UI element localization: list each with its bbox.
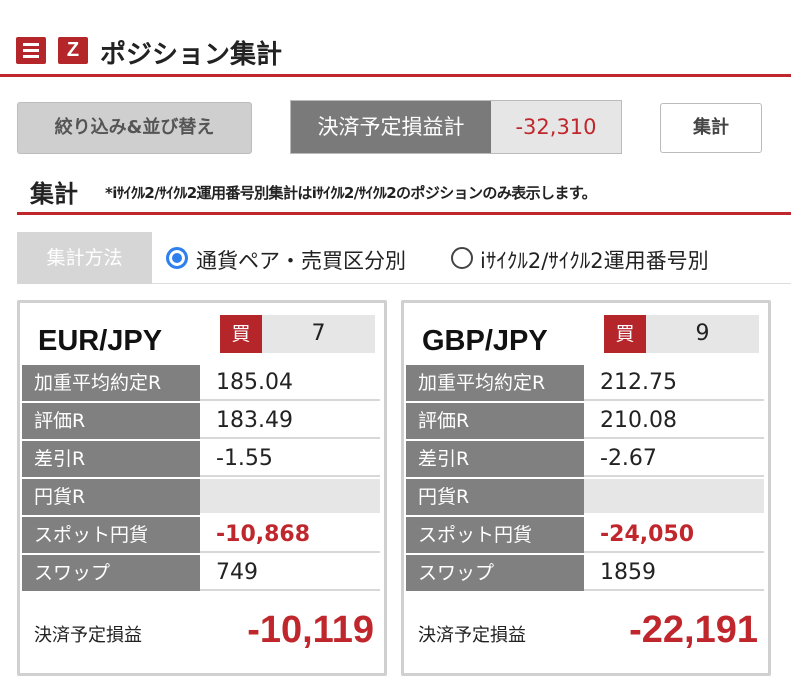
row-label-avg-rate: 加重平均約定R: [22, 365, 200, 401]
currency-pair: EUR/JPY: [38, 325, 163, 357]
row-label-diff-rate: 差引R: [22, 441, 200, 477]
side-badge: 買: [604, 315, 646, 353]
total-pl-value: -10,119: [247, 609, 374, 651]
row-label-yen-rate: 円貨R: [22, 479, 200, 515]
row-label-eval-rate: 評価R: [22, 403, 200, 439]
section-divider: [17, 212, 791, 215]
section-note: *iｻｲｸﾙ2/ｻｲｸﾙ2運用番号別集計はiｻｲｸﾙ2/ｻｲｸﾙ2のポジションの…: [105, 184, 597, 202]
app-header: Z ポジション集計: [0, 0, 791, 77]
row-label-yen-rate: 円貨R: [406, 479, 584, 515]
expected-pl-summary: 決済予定損益計 -32,310: [290, 100, 622, 154]
radio-by-pair[interactable]: [166, 247, 188, 269]
row-value-avg-rate: 185.04: [200, 365, 380, 401]
row-value-spot-yen: -24,050: [584, 517, 764, 553]
row-value-swap: 1859: [584, 555, 764, 591]
row-value-spot-yen: -10,868: [200, 517, 380, 553]
row-value-yen-rate: [200, 479, 380, 515]
currency-pair: GBP/JPY: [422, 325, 548, 357]
row-value-eval-rate: 183.49: [200, 403, 380, 439]
row-label-diff-rate: 差引R: [406, 441, 584, 477]
option-by-cycle-number-label[interactable]: iｻｲｸﾙ2/ｻｲｸﾙ2運用番号別: [480, 245, 709, 275]
aggregate-button[interactable]: 集計: [660, 103, 762, 153]
row-value-eval-rate: 210.08: [584, 403, 764, 439]
z-logo-icon[interactable]: Z: [58, 37, 88, 64]
row-value-diff-rate: -1.55: [200, 441, 380, 477]
position-card-gbpjpy: GBP/JPY 買 9 加重平均約定R 212.75 評価R 210.08 差引…: [401, 300, 771, 676]
row-label-swap: スワップ: [22, 555, 200, 591]
total-pl-label: 決済予定損益: [34, 625, 142, 646]
row-label-eval-rate: 評価R: [406, 403, 584, 439]
row-label-swap: スワップ: [406, 555, 584, 591]
menu-icon[interactable]: [16, 37, 46, 64]
quantity: 7: [262, 315, 375, 353]
expected-pl-label: 決済予定損益計: [291, 101, 491, 153]
method-options: 通貨ペア・売買区分別 iｻｲｸﾙ2/ｻｲｸﾙ2運用番号別: [152, 232, 791, 284]
position-card-eurjpy: EUR/JPY 買 7 加重平均約定R 185.04 評価R 183.49 差引…: [17, 300, 387, 676]
row-value-swap: 749: [200, 555, 380, 591]
radio-by-cycle-number[interactable]: [451, 247, 473, 269]
row-value-diff-rate: -2.67: [584, 441, 764, 477]
section-title: 集計: [30, 180, 78, 208]
row-label-spot-yen: スポット円貨: [22, 517, 200, 553]
side-badge: 買: [220, 315, 262, 353]
expected-pl-value: -32,310: [491, 101, 621, 153]
option-by-pair-label[interactable]: 通貨ペア・売買区分別: [196, 245, 406, 275]
row-value-yen-rate: [584, 479, 764, 515]
method-label: 集計方法: [17, 232, 152, 284]
row-value-avg-rate: 212.75: [584, 365, 764, 401]
page-title: ポジション集計: [100, 40, 283, 70]
total-pl-label: 決済予定損益: [418, 625, 526, 646]
filter-sort-button[interactable]: 絞り込み&並び替え: [17, 102, 252, 154]
row-label-avg-rate: 加重平均約定R: [406, 365, 584, 401]
quantity: 9: [646, 315, 759, 353]
total-pl-value: -22,191: [629, 609, 758, 651]
row-label-spot-yen: スポット円貨: [406, 517, 584, 553]
